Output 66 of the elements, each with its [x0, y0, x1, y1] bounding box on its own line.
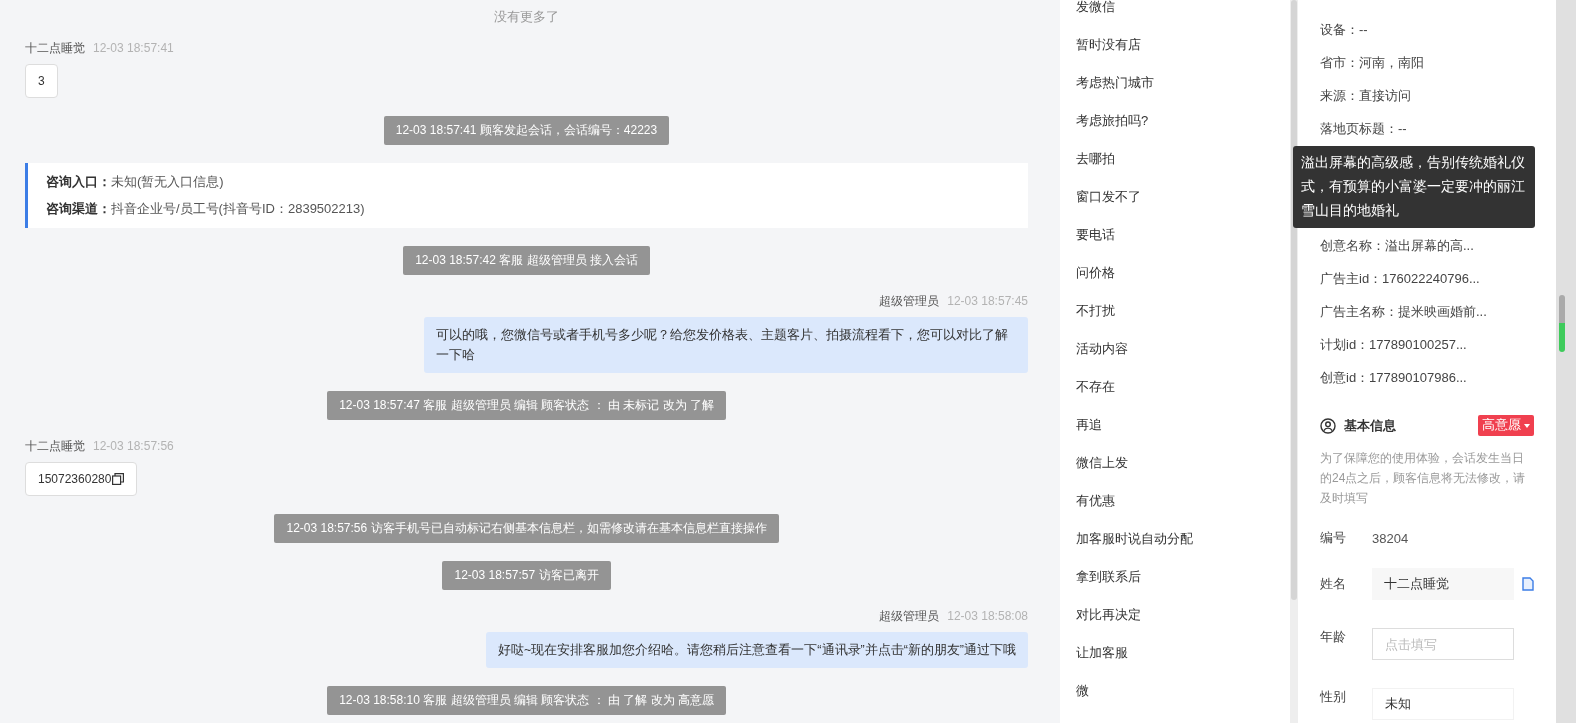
message-bubble: 好哒~现在安排客服加您介绍哈。请您稍后注意查看一下“通讯录”并点击“新的朋友”通过下哦: [486, 632, 1028, 668]
tooltip: 溢出屏幕的高级感，告别传统婚礼仪式，有预算的小富婆一定要冲的丽江雪山目的地婚礼: [1293, 146, 1535, 228]
quick-reply-item[interactable]: 不存在: [1076, 368, 1274, 406]
quick-reply-item[interactable]: 考虑热门城市: [1076, 64, 1274, 102]
message-time: 12-03 18:57:45: [947, 294, 1028, 308]
visitor-field: 创意id：177890107986...: [1320, 366, 1534, 399]
sender-name: 超级管理员: [879, 608, 940, 625]
quick-reply-item[interactable]: 窗口发不了: [1076, 178, 1274, 216]
quick-reply-item[interactable]: 活动内容: [1076, 330, 1274, 368]
field-label: 年龄: [1320, 628, 1347, 646]
info-label: 咨询入口：: [46, 174, 111, 189]
message-time: 12-03 18:57:56: [93, 439, 174, 453]
quick-reply-item[interactable]: 暂时没有店: [1076, 26, 1274, 64]
visitor-field: 计划id：177890100257...: [1320, 333, 1534, 366]
quick-reply-item[interactable]: 微信上发: [1076, 444, 1274, 482]
quick-reply-item[interactable]: 加客服时说自动分配: [1076, 520, 1274, 558]
quick-reply-item[interactable]: 去哪拍: [1076, 140, 1274, 178]
copy-icon[interactable]: [112, 473, 125, 485]
quick-reply-item[interactable]: 考虑旅拍吗?: [1076, 102, 1274, 140]
field-label: 性别: [1320, 688, 1347, 706]
quick-reply-item[interactable]: 再追: [1076, 406, 1274, 444]
quick-reply-item[interactable]: 拿到联系后: [1076, 558, 1274, 596]
quick-reply-item[interactable]: 问价格: [1076, 254, 1274, 292]
system-message: 12-03 18:57:56 访客手机号已自动标记右侧基本信息栏，如需修改请在基本信息栏直接操作: [274, 514, 779, 543]
section-title: 基本信息: [1344, 416, 1397, 435]
user-icon: [1320, 417, 1336, 434]
message-bubble: 3: [25, 64, 58, 98]
message-bubble: 可以的哦，您微信号或者手机号多少呢？给您发价格表、主题客片、拍摄流程看下，您可以对比了解一下哈: [424, 317, 1028, 373]
quick-reply-item[interactable]: 有优惠: [1076, 482, 1274, 520]
notice-text: 为了保障您的使用体验，会话发生当日的24点之后，顾客信息将无法修改，请及时填写: [1320, 450, 1527, 507]
info-label: 咨询渠道：: [46, 201, 111, 216]
visitor-field: 设备：--: [1320, 18, 1534, 51]
name-field: 十二点睡觉: [1372, 568, 1514, 600]
no-more-text: 没有更多了: [493, 8, 560, 26]
system-message: 12-03 18:58:10 客服 超级管理员 编辑 顾客状态 ： 由 了解 改为 高意愿: [327, 686, 726, 715]
sender-name: 十二点睡觉: [25, 40, 85, 57]
message-bubble: 15072360280: [25, 462, 138, 496]
sender-name: 十二点睡觉: [25, 438, 85, 455]
quick-reply-item[interactable]: 微: [1076, 672, 1274, 710]
quick-reply-item[interactable]: 对比再决定: [1076, 596, 1274, 634]
visitor-field: 省市：河南，南阳: [1320, 51, 1534, 84]
field-label: 姓名: [1320, 575, 1347, 593]
sender-name: 超级管理员: [879, 293, 940, 310]
system-message: 12-03 18:57:41 顾客发起会话，会话编号：42223: [383, 116, 670, 145]
quick-reply-item[interactable]: 让加客服: [1076, 634, 1274, 672]
message-time: 12-03 18:58:08: [947, 609, 1028, 623]
id-value: 38204: [1372, 530, 1409, 546]
info-value: 未知(暂无入口信息): [111, 174, 224, 189]
quick-reply-item[interactable]: 发微信: [1076, 0, 1274, 26]
quick-reply-item[interactable]: 不打扰: [1076, 292, 1274, 330]
age-input[interactable]: 点击填写: [1372, 628, 1514, 660]
quick-reply-item[interactable]: 要电话: [1076, 216, 1274, 254]
info-value: 抖音企业号/员工号(抖音号ID：2839502213): [111, 201, 365, 216]
visitor-field: 创意名称：溢出屏幕的高...: [1320, 234, 1534, 267]
field-label: 编号: [1320, 529, 1347, 547]
visitor-field: 来源：直接访问: [1320, 84, 1534, 117]
visitor-field: 广告主id：176022240796...: [1320, 267, 1534, 300]
message-time: 12-03 18:57:41: [93, 41, 174, 55]
status-dropdown[interactable]: 高意愿: [1478, 415, 1534, 436]
document-icon[interactable]: [1522, 577, 1534, 591]
system-message: 12-03 18:57:47 客服 超级管理员 编辑 顾客状态 ： 由 未标记 改为 了解: [327, 391, 726, 420]
system-message: 12-03 18:57:57 访客已离开: [442, 561, 611, 590]
system-message: 12-03 18:57:42 客服 超级管理员 接入会话: [403, 246, 650, 275]
gender-select[interactable]: 未知: [1372, 688, 1514, 720]
caret-icon: [1524, 423, 1530, 428]
visitor-field: 广告主名称：提米映画婚前...: [1320, 300, 1534, 333]
